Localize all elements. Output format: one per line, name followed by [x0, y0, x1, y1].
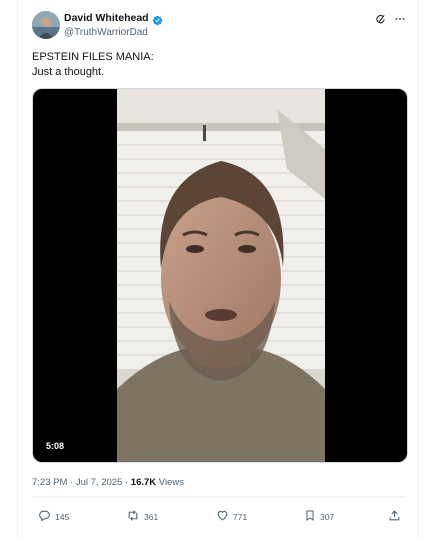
tweet-meta: 7:23 PM · Jul 7, 2025 · 16.7K Views [32, 477, 184, 488]
author-display-name[interactable]: David Whitehead [64, 12, 149, 24]
views-label: Views [156, 477, 184, 488]
meta-separator: · [122, 477, 131, 488]
share-button[interactable] [388, 509, 401, 524]
tweet-time[interactable]: 7:23 PM [32, 477, 67, 488]
bookmark-button[interactable]: 307 [304, 509, 334, 524]
tweet-text-line-1: EPSTEIN FILES MANIA: [32, 51, 154, 63]
repost-button[interactable]: 361 [126, 509, 158, 524]
author-handle[interactable]: @TruthWarriorDad [64, 27, 163, 38]
tweet-header: David Whitehead @TruthWarriorDad [32, 10, 406, 42]
reply-button[interactable]: 145 [38, 509, 69, 524]
heart-icon [216, 509, 229, 524]
author-names: David Whitehead @TruthWarriorDad [64, 10, 163, 38]
views-count: 16.7K [130, 477, 157, 488]
grok-icon[interactable] [375, 12, 386, 30]
more-icon[interactable] [394, 12, 406, 30]
share-icon [388, 509, 401, 524]
meta-separator: · [67, 477, 76, 488]
bookmark-icon [304, 509, 316, 524]
tweet-text-line-2: Just a thought. [32, 66, 105, 78]
tweet-card: David Whitehead @TruthWarriorDad EPSTEIN… [17, 0, 419, 538]
video-player[interactable]: 5:08 [32, 88, 408, 463]
reply-count: 145 [55, 511, 70, 522]
verified-badge-icon [152, 13, 163, 25]
reply-icon [38, 509, 51, 524]
like-count: 771 [233, 511, 248, 522]
like-button[interactable]: 771 [216, 509, 247, 524]
video-thumbnail [117, 89, 325, 462]
video-duration: 5:08 [41, 439, 70, 453]
header-actions [375, 12, 406, 30]
repost-count: 361 [144, 511, 159, 522]
tweet-text: EPSTEIN FILES MANIA: Just a thought. [32, 50, 154, 80]
tweet-date[interactable]: Jul 7, 2025 [76, 477, 122, 488]
action-bar: 145 361 771 307 [32, 509, 406, 525]
repost-icon [126, 509, 140, 524]
divider [32, 496, 404, 497]
avatar[interactable] [32, 11, 60, 39]
bookmark-count: 307 [320, 511, 335, 522]
